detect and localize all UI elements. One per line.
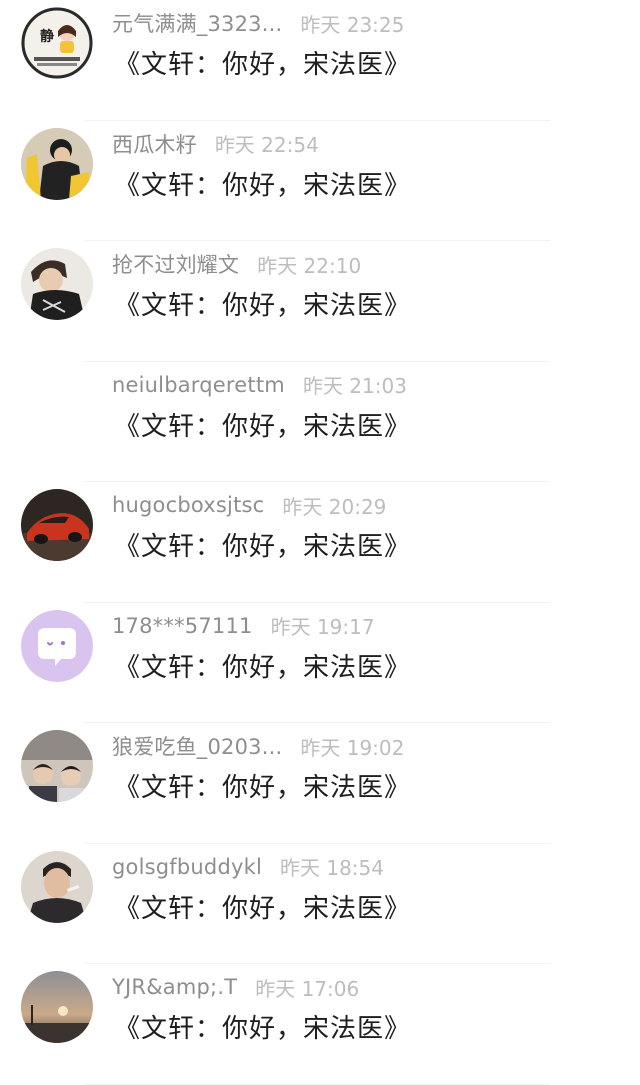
- timestamp: 昨天 21:03: [302, 374, 407, 398]
- comment-meta: 西瓜木籽 昨天 22:54: [112, 129, 319, 159]
- avatar[interactable]: [21, 971, 93, 1043]
- username[interactable]: 178***57111: [112, 614, 253, 638]
- profile-photo-icon: [21, 850, 93, 923]
- comment-item: 178***57111 昨天 19:17 《文轩：你好，宋法医》: [0, 603, 640, 724]
- comment-item: 静 元气满满_3323... 昨天 23:25 《文轩：你好，宋法医》: [0, 0, 640, 121]
- username[interactable]: 元气满满_3323...: [112, 8, 282, 38]
- comment-text: 《文轩：你好，宋法医》: [114, 411, 412, 442]
- comment-item: 抢不过刘耀文 昨天 22:10 《文轩：你好，宋法医》: [0, 241, 640, 362]
- comment-item: 西瓜木籽 昨天 22:54 《文轩：你好，宋法医》: [0, 121, 640, 242]
- username[interactable]: 狼爱吃鱼_0203...: [112, 731, 282, 761]
- profile-photo-icon: 静: [21, 7, 93, 79]
- timestamp: 昨天 19:17: [270, 615, 375, 639]
- username[interactable]: neiulbarqerettm: [112, 373, 285, 397]
- profile-photo-icon: [21, 730, 93, 802]
- timestamp: 昨天 22:10: [257, 253, 362, 278]
- timestamp: 昨天 20:29: [282, 494, 387, 519]
- profile-photo-icon: [21, 127, 93, 200]
- username[interactable]: hugocboxsjtsc: [112, 493, 264, 517]
- timestamp: 昨天 22:54: [214, 133, 319, 157]
- comment-item: golsgfbuddykl 昨天 18:54 《文轩：你好，宋法医》: [0, 844, 640, 965]
- comment-item: 狼爱吃鱼_0203... 昨天 19:02 《文轩：你好，宋法医》: [0, 723, 640, 844]
- svg-text:静: 静: [40, 28, 54, 45]
- comment-text: 《文轩：你好，宋法医》: [114, 532, 412, 562]
- comment-meta: YJR&amp;.T 昨天 17:06: [112, 972, 359, 1002]
- username[interactable]: 抢不过刘耀文: [112, 249, 239, 279]
- timestamp: 昨天 23:25: [300, 12, 405, 37]
- timestamp: 昨天 19:02: [300, 735, 405, 760]
- sunset-photo-icon: [21, 971, 93, 1043]
- profile-photo-icon: [21, 248, 93, 320]
- avatar[interactable]: [21, 489, 93, 561]
- comment-meta: 抢不过刘耀文 昨天 22:10: [112, 249, 361, 279]
- avatar[interactable]: [21, 127, 93, 200]
- comment-text: 《文轩：你好，宋法医》: [114, 50, 412, 80]
- comment-text: 《文轩：你好，宋法医》: [114, 1014, 412, 1044]
- avatar[interactable]: [21, 850, 93, 923]
- comment-list: 静 元气满满_3323... 昨天 23:25 《文轩：你好，宋法医》 西瓜木籽…: [0, 0, 640, 1085]
- timestamp: 昨天 18:54: [280, 856, 384, 880]
- avatar[interactable]: [21, 730, 93, 802]
- comment-item: neiulbarqerettm 昨天 21:03 《文轩：你好，宋法医》: [0, 362, 640, 483]
- comment-item: YJR&amp;.T 昨天 17:06 《文轩：你好，宋法医》: [0, 964, 640, 1085]
- avatar[interactable]: [21, 248, 93, 320]
- default-chat-bubble-icon: [21, 609, 93, 682]
- comment-text: 《文轩：你好，宋法医》: [114, 170, 412, 201]
- avatar[interactable]: [21, 609, 93, 682]
- comment-meta: neiulbarqerettm 昨天 21:03: [112, 370, 407, 400]
- comment-item: hugocboxsjtsc 昨天 20:29 《文轩：你好，宋法医》: [0, 482, 640, 603]
- avatar[interactable]: 静: [21, 7, 93, 79]
- username[interactable]: 西瓜木籽: [112, 129, 197, 159]
- comment-meta: 狼爱吃鱼_0203... 昨天 19:02: [112, 731, 404, 761]
- comment-meta: 178***57111 昨天 19:17: [112, 611, 375, 641]
- username[interactable]: golsgfbuddykl: [112, 855, 262, 879]
- comment-meta: 元气满满_3323... 昨天 23:25: [112, 8, 404, 38]
- username[interactable]: YJR&amp;.T: [112, 975, 237, 999]
- comment-text: 《文轩：你好，宋法医》: [114, 291, 412, 321]
- comment-meta: hugocboxsjtsc 昨天 20:29: [112, 490, 386, 520]
- comment-text: 《文轩：你好，宋法医》: [114, 893, 412, 924]
- comment-text: 《文轩：你好，宋法医》: [114, 773, 412, 803]
- comment-meta: golsgfbuddykl 昨天 18:54: [112, 852, 384, 882]
- timestamp: 昨天 17:06: [255, 976, 360, 1001]
- comment-text: 《文轩：你好，宋法医》: [114, 652, 412, 683]
- car-photo-icon: [21, 489, 93, 561]
